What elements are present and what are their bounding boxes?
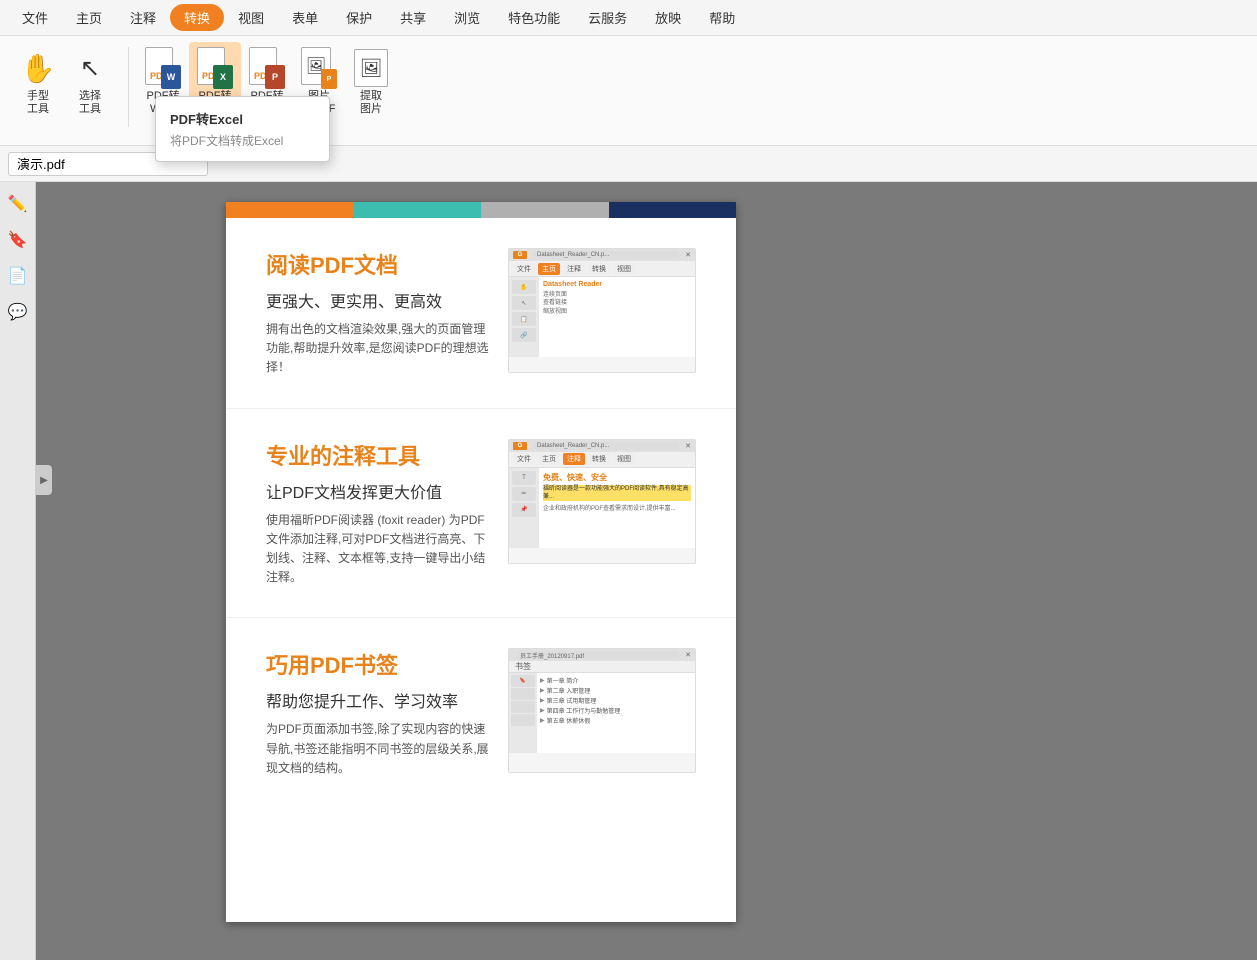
pdf-title-1: 阅读PDF文档	[266, 248, 492, 280]
bar-navy	[609, 202, 737, 218]
main-content: 阅读PDF文档 更强大、更实用、更高效 拥有出色的文档渲染效果,强大的页面管理功…	[36, 182, 1257, 960]
sidebar-chat-icon[interactable]: 💬	[4, 298, 32, 326]
sidebar-bookmark-icon[interactable]: 🔖	[4, 226, 32, 254]
pdf-section-3: 巧用PDF书签 帮助您提升工作、学习效率 为PDF页面添加书签,除了实现内容的快…	[226, 618, 736, 808]
pdf-section-2: 专业的注释工具 让PDF文档发挥更大价值 使用福昕PDF阅读器 (foxit r…	[226, 409, 736, 619]
menubar: 文件 主页 注释 转换 视图 表单 保护 共享 浏览 特色功能 云服务 放映 帮…	[0, 0, 1257, 36]
sidebar-pencil-icon[interactable]: ✏️	[4, 190, 32, 218]
pdf-title-2: 专业的注释工具	[266, 439, 492, 471]
pdf-area: 阅读PDF文档 更强大、更实用、更高效 拥有出色的文档渲染效果,强大的页面管理功…	[36, 182, 1257, 960]
extract-img-label: 提取图片	[360, 90, 382, 116]
menu-home[interactable]: 主页	[62, 4, 116, 31]
dropdown-menu: PDF转Excel 将PDF文档转成Excel	[155, 96, 330, 162]
pdf-page: 阅读PDF文档 更强大、更实用、更高效 拥有出色的文档渲染效果,强大的页面管理功…	[226, 202, 736, 922]
cursor-icon: ↖	[71, 48, 109, 88]
pdf-to-ppt-icon: PDF P	[248, 48, 286, 88]
sidebar: ✏️ 🔖 📄 💬	[0, 182, 36, 960]
extract-img-icon: 🖼	[352, 48, 390, 88]
pdf-to-excel-icon: PDF X	[196, 48, 234, 88]
menu-annotate[interactable]: 注释	[116, 4, 170, 31]
pdf-text-1: 拥有出色的文档渲染效果,强大的页面管理功能,帮助提升效率,是您阅读PDF的理想选…	[266, 320, 492, 378]
mini-app-bar-2: G Datasheet_Reader_CN.p... ✕	[509, 440, 695, 452]
pdf-top-bar	[226, 202, 736, 218]
toolbar-divider-1	[128, 47, 129, 127]
pdf-subtitle-3: 帮助您提升工作、学习效率	[266, 688, 492, 712]
menu-protect[interactable]: 保护	[332, 4, 386, 31]
pdf-text-2: 使用福昕PDF阅读器 (foxit reader) 为PDF文件添加注释,可对P…	[266, 511, 492, 588]
menu-view[interactable]: 视图	[224, 4, 278, 31]
pdf-page-scroll: 阅读PDF文档 更强大、更实用、更高效 拥有出色的文档渲染效果,强大的页面管理功…	[226, 218, 736, 922]
menu-form[interactable]: 表单	[278, 4, 332, 31]
dropdown-description: 将PDF文档转成Excel	[156, 130, 329, 155]
menu-convert[interactable]: 转换	[170, 4, 224, 31]
mini-app-bar-3: 员工手册_20120917.pdf ✕	[509, 649, 695, 661]
pdf-to-word-icon: PDF W	[144, 48, 182, 88]
select-tool-button[interactable]: ↖ 选择工具	[64, 42, 116, 132]
menu-present[interactable]: 放映	[641, 4, 695, 31]
pdf-subtitle-2: 让PDF文档发挥更大价值	[266, 479, 492, 503]
pdf-section-1: 阅读PDF文档 更强大、更实用、更高效 拥有出色的文档渲染效果,强大的页面管理功…	[226, 218, 736, 409]
pdf-text-3: 为PDF页面添加书签,除了实现内容的快速导航,书签还能指明不同书签的层级关系,展…	[266, 720, 492, 778]
toolbar-group-tools: ✋ 手型工具 ↖ 选择工具	[8, 42, 120, 132]
menu-help[interactable]: 帮助	[695, 4, 749, 31]
mini-app-1: G Datasheet_Reader_CN.p... ✕ 文件 主页 注释 转换	[508, 248, 696, 373]
select-tool-label: 选择工具	[79, 90, 101, 116]
pdf-subtitle-1: 更强大、更实用、更高效	[266, 288, 492, 312]
mini-app-3: 员工手册_20120917.pdf ✕ 书签 🔖	[508, 648, 696, 773]
menu-share[interactable]: 共享	[386, 4, 440, 31]
bar-orange	[226, 202, 354, 218]
extract-img-button[interactable]: 🖼 提取图片	[345, 42, 397, 132]
hand-tool-label: 手型工具	[27, 90, 49, 116]
hand-icon: ✋	[19, 48, 57, 88]
sidebar-layers-icon[interactable]: 📄	[4, 262, 32, 290]
menu-file[interactable]: 文件	[8, 4, 62, 31]
hand-tool-button[interactable]: ✋ 手型工具	[12, 42, 64, 132]
menu-cloud[interactable]: 云服务	[574, 4, 641, 31]
menu-browse[interactable]: 浏览	[440, 4, 494, 31]
bar-teal	[354, 202, 482, 218]
sidebar-collapse-arrow[interactable]: ▶	[36, 465, 52, 495]
pdf-title-3: 巧用PDF书签	[266, 648, 492, 680]
bar-gray	[481, 202, 609, 218]
mini-app-bar-1: G Datasheet_Reader_CN.p... ✕	[509, 249, 695, 261]
menu-feature[interactable]: 特色功能	[494, 4, 574, 31]
img-to-pdf-icon: 🖼 P	[300, 48, 338, 88]
dropdown-title: PDF转Excel	[156, 103, 329, 130]
mini-app-2: G Datasheet_Reader_CN.p... ✕ 文件 主页 注释 转换	[508, 439, 696, 564]
